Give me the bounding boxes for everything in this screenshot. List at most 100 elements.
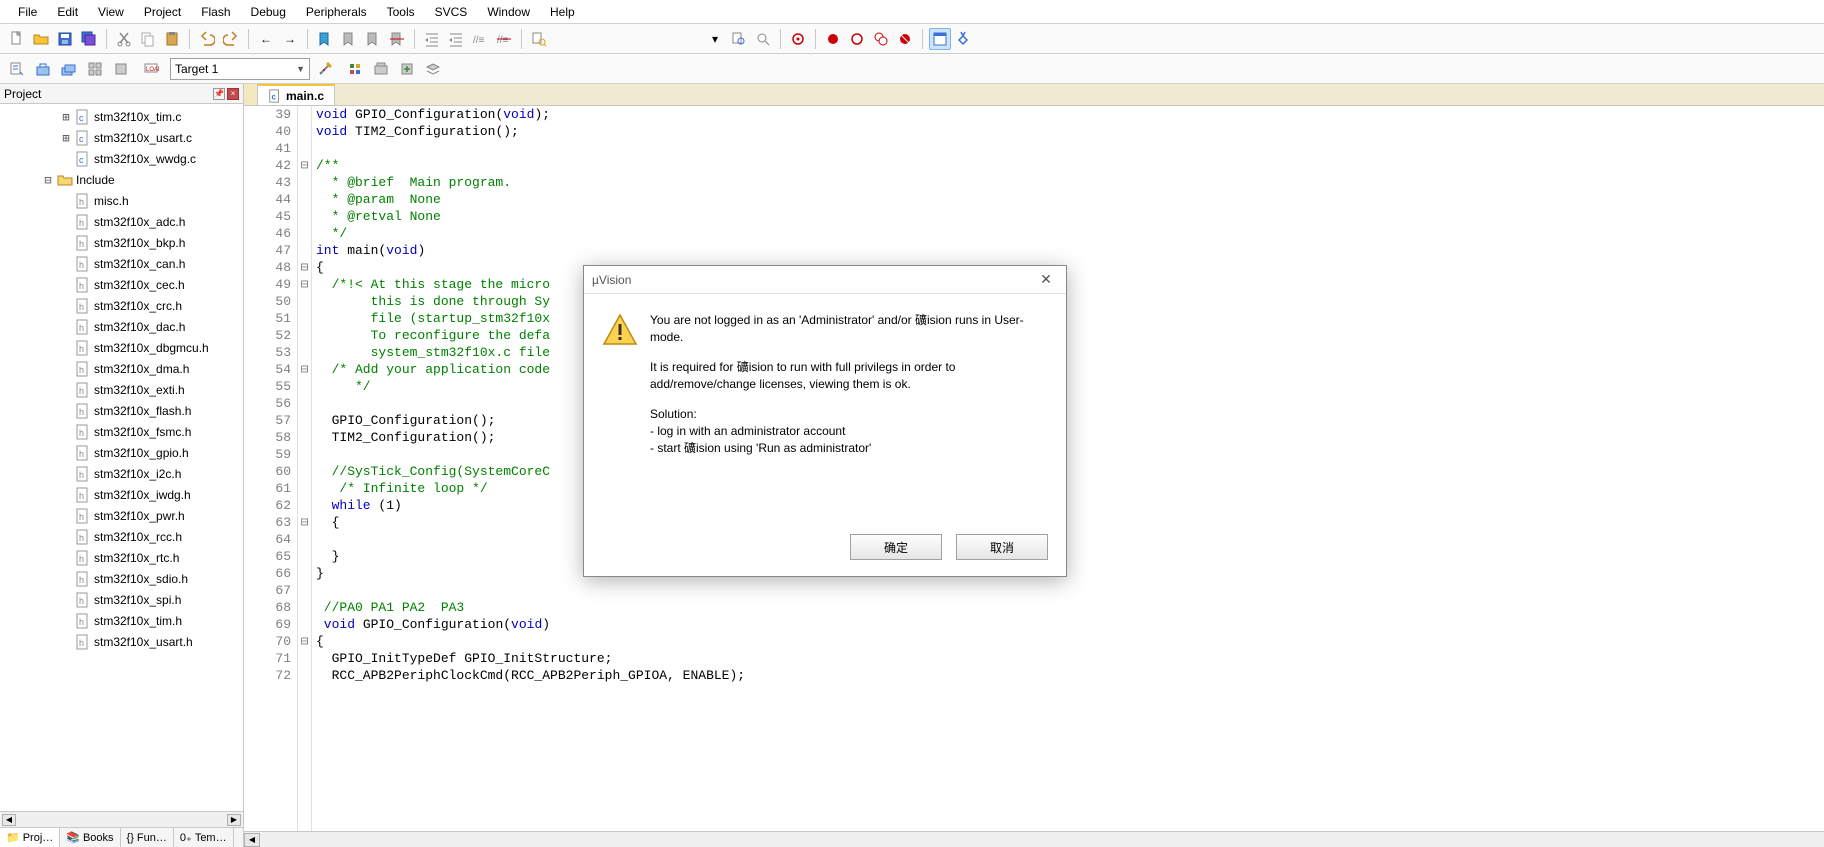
tree-item[interactable]: hstm32f10x_fsmc.h: [4, 421, 243, 442]
menu-project[interactable]: Project: [134, 2, 191, 22]
menu-window[interactable]: Window: [477, 2, 540, 22]
build-button[interactable]: [32, 58, 54, 80]
breakpoint-disable-all-button[interactable]: [870, 28, 892, 50]
tree-item[interactable]: hstm32f10x_rcc.h: [4, 526, 243, 547]
configure-button[interactable]: [953, 28, 975, 50]
tree-item[interactable]: ⊞cstm32f10x_usart.c: [4, 127, 243, 148]
tree-item[interactable]: hstm32f10x_rtc.h: [4, 547, 243, 568]
paste-button[interactable]: [161, 28, 183, 50]
find-in-files-button[interactable]: [528, 28, 550, 50]
editor-hscroll[interactable]: ◀: [244, 831, 1824, 847]
outdent-button[interactable]: [445, 28, 467, 50]
tree-item[interactable]: hstm32f10x_i2c.h: [4, 463, 243, 484]
menu-view[interactable]: View: [88, 2, 134, 22]
tree-item[interactable]: hstm32f10x_can.h: [4, 253, 243, 274]
tree-item[interactable]: hstm32f10x_dac.h: [4, 316, 243, 337]
scroll-right-icon[interactable]: ▶: [227, 814, 241, 826]
menu-file[interactable]: File: [8, 2, 47, 22]
redo-button[interactable]: [220, 28, 242, 50]
tree-item[interactable]: hstm32f10x_flash.h: [4, 400, 243, 421]
debug-button[interactable]: [787, 28, 809, 50]
tree-item[interactable]: hstm32f10x_tim.h: [4, 610, 243, 631]
menu-svcs[interactable]: SVCS: [425, 2, 478, 22]
save-button[interactable]: [54, 28, 76, 50]
expand-icon[interactable]: ⊞: [60, 110, 72, 124]
translate-button[interactable]: [6, 58, 28, 80]
options-button[interactable]: [314, 58, 336, 80]
cut-button[interactable]: [113, 28, 135, 50]
target-select-value: Target 1: [175, 62, 218, 76]
comment-button[interactable]: //≡: [469, 28, 491, 50]
uncomment-button[interactable]: //≡: [493, 28, 515, 50]
pack-installer-button[interactable]: [396, 58, 418, 80]
tree-item[interactable]: hstm32f10x_usart.h: [4, 631, 243, 652]
tree-item[interactable]: hstm32f10x_iwdg.h: [4, 484, 243, 505]
breakpoint-kill-all-button[interactable]: [894, 28, 916, 50]
expand-icon[interactable]: ⊞: [60, 131, 72, 145]
bookmark-next-button[interactable]: [362, 28, 384, 50]
breakpoint-disable-button[interactable]: [846, 28, 868, 50]
tree-item[interactable]: ⊟Include: [4, 169, 243, 190]
tree-item[interactable]: hstm32f10x_pwr.h: [4, 505, 243, 526]
manage-layers-button[interactable]: [422, 58, 444, 80]
collapse-icon[interactable]: ⊟: [42, 173, 54, 187]
bookmark-clear-button[interactable]: [386, 28, 408, 50]
tree-item[interactable]: hstm32f10x_exti.h: [4, 379, 243, 400]
menu-debug[interactable]: Debug: [241, 2, 296, 22]
tree-item[interactable]: cstm32f10x_wwdg.c: [4, 148, 243, 169]
open-file-button[interactable]: [30, 28, 52, 50]
find-combo-arrow[interactable]: ▾: [704, 28, 726, 50]
project-hscroll[interactable]: ◀ ▶: [0, 811, 243, 827]
bookmark-prev-button[interactable]: [338, 28, 360, 50]
tree-item[interactable]: hstm32f10x_adc.h: [4, 211, 243, 232]
nav-forward-button[interactable]: →: [279, 28, 301, 50]
editor-tab-main[interactable]: c main.c: [258, 84, 335, 105]
menu-edit[interactable]: Edit: [47, 2, 88, 22]
scroll-left-icon[interactable]: ◀: [244, 833, 260, 847]
indent-button[interactable]: [421, 28, 443, 50]
tree-item[interactable]: hstm32f10x_bkp.h: [4, 232, 243, 253]
panel-close-button[interactable]: ×: [227, 88, 239, 100]
scroll-left-icon[interactable]: ◀: [2, 814, 16, 826]
save-all-button[interactable]: [78, 28, 100, 50]
tree-item[interactable]: hstm32f10x_crc.h: [4, 295, 243, 316]
stop-build-button[interactable]: [110, 58, 132, 80]
dialog-close-button[interactable]: ✕: [1034, 270, 1058, 290]
tree-item[interactable]: hstm32f10x_spi.h: [4, 589, 243, 610]
menu-flash[interactable]: Flash: [191, 2, 240, 22]
tree-item[interactable]: hstm32f10x_sdio.h: [4, 568, 243, 589]
panel-tab-tmpl[interactable]: 0₊Tem…: [174, 828, 234, 847]
dialog-titlebar[interactable]: µVision ✕: [584, 266, 1066, 294]
window-layout-button[interactable]: [929, 28, 951, 50]
bookmark-toggle-button[interactable]: [314, 28, 336, 50]
tree-item[interactable]: hstm32f10x_cec.h: [4, 274, 243, 295]
tree-item[interactable]: ⊞cstm32f10x_tim.c: [4, 106, 243, 127]
tree-item[interactable]: hmisc.h: [4, 190, 243, 211]
select-packs-button[interactable]: [370, 58, 392, 80]
project-tree[interactable]: ⊞cstm32f10x_tim.c⊞cstm32f10x_usart.ccstm…: [0, 104, 243, 811]
panel-tab-proj[interactable]: 📁Proj…: [0, 828, 60, 847]
breakpoint-insert-button[interactable]: [822, 28, 844, 50]
rebuild-button[interactable]: [58, 58, 80, 80]
download-button[interactable]: LOAD: [140, 58, 162, 80]
manage-rte-button[interactable]: [344, 58, 366, 80]
panel-tab-func[interactable]: {}Fun…: [121, 828, 174, 847]
panel-tab-books[interactable]: 📚Books: [60, 828, 120, 847]
tree-item[interactable]: hstm32f10x_dma.h: [4, 358, 243, 379]
tree-item[interactable]: hstm32f10x_gpio.h: [4, 442, 243, 463]
dialog-cancel-button[interactable]: 取消: [956, 534, 1048, 560]
nav-back-button[interactable]: ←: [255, 28, 277, 50]
copy-button[interactable]: [137, 28, 159, 50]
new-file-button[interactable]: [6, 28, 28, 50]
undo-button[interactable]: [196, 28, 218, 50]
menu-peripherals[interactable]: Peripherals: [296, 2, 377, 22]
find-button[interactable]: [728, 28, 750, 50]
tree-item[interactable]: hstm32f10x_dbgmcu.h: [4, 337, 243, 358]
panel-pin-button[interactable]: 📌: [213, 88, 225, 100]
menu-tools[interactable]: Tools: [377, 2, 425, 22]
batch-build-button[interactable]: [84, 58, 106, 80]
target-select[interactable]: Target 1 ▼: [170, 58, 310, 80]
dialog-ok-button[interactable]: 确定: [850, 534, 942, 560]
incremental-find-button[interactable]: [752, 28, 774, 50]
menu-help[interactable]: Help: [540, 2, 585, 22]
